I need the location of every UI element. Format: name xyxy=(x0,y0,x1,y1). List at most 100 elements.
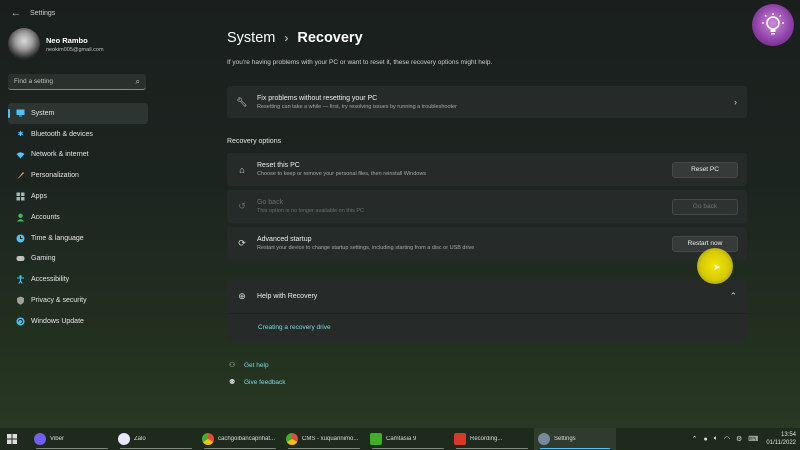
sidebar-item-time-language[interactable]: Time & language xyxy=(8,228,148,249)
taskbar-item-camtasia[interactable]: Camtasia 9 xyxy=(366,428,450,450)
taskbar-item-chrome-1[interactable]: cachgoibancapnhat... xyxy=(198,428,282,450)
microphone-icon[interactable]: ● xyxy=(703,436,707,443)
update-icon xyxy=(16,317,25,326)
give-feedback-link[interactable]: ⚉ Give feedback xyxy=(229,378,286,387)
chevron-up-icon[interactable]: ⌃ xyxy=(692,435,698,443)
window-title: Settings xyxy=(30,9,56,17)
search-icon[interactable]: ⌕ xyxy=(136,77,140,87)
page-title: Recovery xyxy=(297,30,363,46)
help-title: Help with Recovery xyxy=(257,293,318,300)
recording-icon xyxy=(454,433,466,445)
avatar xyxy=(8,28,40,60)
zalo-icon xyxy=(118,433,130,445)
sidebar-item-label: Time & language xyxy=(31,234,84,242)
card-title: Reset this PC xyxy=(257,162,300,169)
card-desc: Resetting can take a while — first, try … xyxy=(257,103,457,110)
accessibility-icon xyxy=(16,275,25,285)
card-title: Advanced startup xyxy=(257,236,312,243)
fix-problems-card[interactable]: 🔧︎ Fix problems without resetting your P… xyxy=(227,86,747,118)
chevron-right-icon: › xyxy=(284,31,289,45)
brush-icon xyxy=(16,171,25,180)
sidebar-item-label: Gaming xyxy=(31,255,56,263)
breadcrumb-parent[interactable]: System xyxy=(227,30,275,46)
sidebar-item-accessibility[interactable]: Accessibility xyxy=(8,269,148,290)
wifi-icon[interactable]: ◠ xyxy=(724,435,730,443)
globe-clock-icon xyxy=(16,234,25,243)
start-button[interactable] xyxy=(0,434,24,444)
get-help-link[interactable]: ⚇ Get help xyxy=(229,361,269,370)
sidebar-item-personalization[interactable]: Personalization xyxy=(8,165,148,186)
title-bar: ← Settings xyxy=(0,0,800,26)
taskbar: Viber Zalo cachgoibancapnhat... CMS - xu… xyxy=(0,428,800,450)
taskbar-item-viber[interactable]: Viber xyxy=(30,428,114,450)
taskbar-item-label: CMS - xuquannimo... xyxy=(302,436,359,442)
history-icon: ↺ xyxy=(238,201,246,211)
taskbar-item-label: Recording... xyxy=(470,436,503,442)
sidebar-item-label: Accessibility xyxy=(31,276,70,284)
help-header[interactable]: ⊕ Help with Recovery ⌃ xyxy=(227,280,747,314)
chevron-right-icon: › xyxy=(734,97,737,107)
windows-logo-icon xyxy=(7,434,17,444)
chevron-up-icon[interactable]: ⌃ xyxy=(729,291,737,302)
chrome-icon xyxy=(202,433,214,445)
taskbar-item-chrome-2[interactable]: CMS - xuquannimo... xyxy=(282,428,366,450)
globe-icon: ⊕ xyxy=(238,291,246,301)
viber-icon xyxy=(34,433,46,445)
sidebar-item-apps[interactable]: Apps xyxy=(8,186,148,207)
breadcrumb: System › Recovery xyxy=(227,30,363,46)
clock[interactable]: 13:54 01/11/2022 xyxy=(766,431,796,447)
back-arrow-icon[interactable]: ← xyxy=(6,7,26,19)
recovery-drive-link[interactable]: Creating a recovery drive xyxy=(258,324,747,331)
sidebar-item-accounts[interactable]: Accounts xyxy=(8,207,148,228)
user-profile[interactable]: Neo Rambo neokim005@gmail.com xyxy=(8,28,104,60)
sidebar-item-system[interactable]: System xyxy=(8,103,148,124)
sidebar-item-network[interactable]: Network & internet xyxy=(8,145,148,166)
system-tray: ⌃ ● 🔈︎ ◠ ⚙ ⌨ 13:54 01/11/2022 xyxy=(689,428,796,450)
reset-pc-icon: ⌂ xyxy=(239,164,245,175)
help-icon: ⚇ xyxy=(229,362,236,369)
taskbar-item-label: Camtasia 9 xyxy=(386,436,417,442)
user-name: Neo Rambo xyxy=(46,35,88,45)
feedback-icon: ⚉ xyxy=(229,379,236,386)
mouse-cursor-icon: ➤ xyxy=(713,262,721,272)
advanced-startup-card: ⟳ Advanced startup Restart your device t… xyxy=(227,227,747,260)
sidebar-nav: System ✱ Bluetooth & devices Network & i… xyxy=(8,103,148,332)
sidebar-item-label: Bluetooth & devices xyxy=(31,130,93,138)
advanced-startup-icon: ⟳ xyxy=(238,238,246,248)
language-icon[interactable]: ⌨ xyxy=(748,435,758,443)
sidebar-item-label: Windows Update xyxy=(31,317,84,325)
taskbar-item-label: cachgoibancapnhat... xyxy=(218,436,276,442)
restart-now-button[interactable]: Restart now xyxy=(672,235,738,252)
sidebar-item-bluetooth[interactable]: ✱ Bluetooth & devices xyxy=(8,124,148,145)
sidebar-item-label: Personalization xyxy=(31,172,79,180)
clock-time: 13:54 xyxy=(780,432,796,438)
sidebar-item-label: Network & internet xyxy=(31,151,89,159)
taskbar-item-label: Viber xyxy=(50,436,64,442)
card-title: Fix problems without resetting your PC xyxy=(257,94,378,102)
settings-icon[interactable]: ⚙ xyxy=(736,435,742,443)
taskbar-item-label: Settings xyxy=(554,436,576,442)
search-placeholder: Find a setting xyxy=(14,78,54,85)
taskbar-item-zalo[interactable]: Zalo xyxy=(114,428,198,450)
settings-gear-icon xyxy=(538,433,550,445)
taskbar-item-label: Zalo xyxy=(134,436,146,442)
reset-pc-card: ⌂ Reset this PC Choose to keep or remove… xyxy=(227,153,747,186)
sidebar-item-privacy[interactable]: Privacy & security xyxy=(8,290,148,311)
taskbar-item-settings[interactable]: Settings xyxy=(534,428,616,450)
section-label: Recovery options xyxy=(227,138,282,145)
go-back-card: ↺ Go back This option is no longer avail… xyxy=(227,190,747,223)
taskbar-item-recording[interactable]: Recording... xyxy=(450,428,534,450)
camtasia-icon xyxy=(370,433,382,445)
card-title: Go back xyxy=(257,199,284,206)
sidebar-item-label: Privacy & security xyxy=(31,297,87,305)
search-input[interactable]: Find a setting ⌕ xyxy=(8,74,146,90)
sidebar-item-label: Accounts xyxy=(31,213,60,221)
sidebar-item-gaming[interactable]: Gaming xyxy=(8,249,148,270)
bluetooth-icon: ✱ xyxy=(17,131,24,139)
sidebar-item-windows-update[interactable]: Windows Update xyxy=(8,311,148,332)
card-desc: This option is no longer available on th… xyxy=(257,208,365,214)
shield-icon xyxy=(16,296,25,305)
sidebar-item-label: System xyxy=(31,109,55,117)
reset-pc-button[interactable]: Reset PC xyxy=(672,161,738,178)
volume-icon[interactable]: 🔈︎ xyxy=(714,435,718,443)
